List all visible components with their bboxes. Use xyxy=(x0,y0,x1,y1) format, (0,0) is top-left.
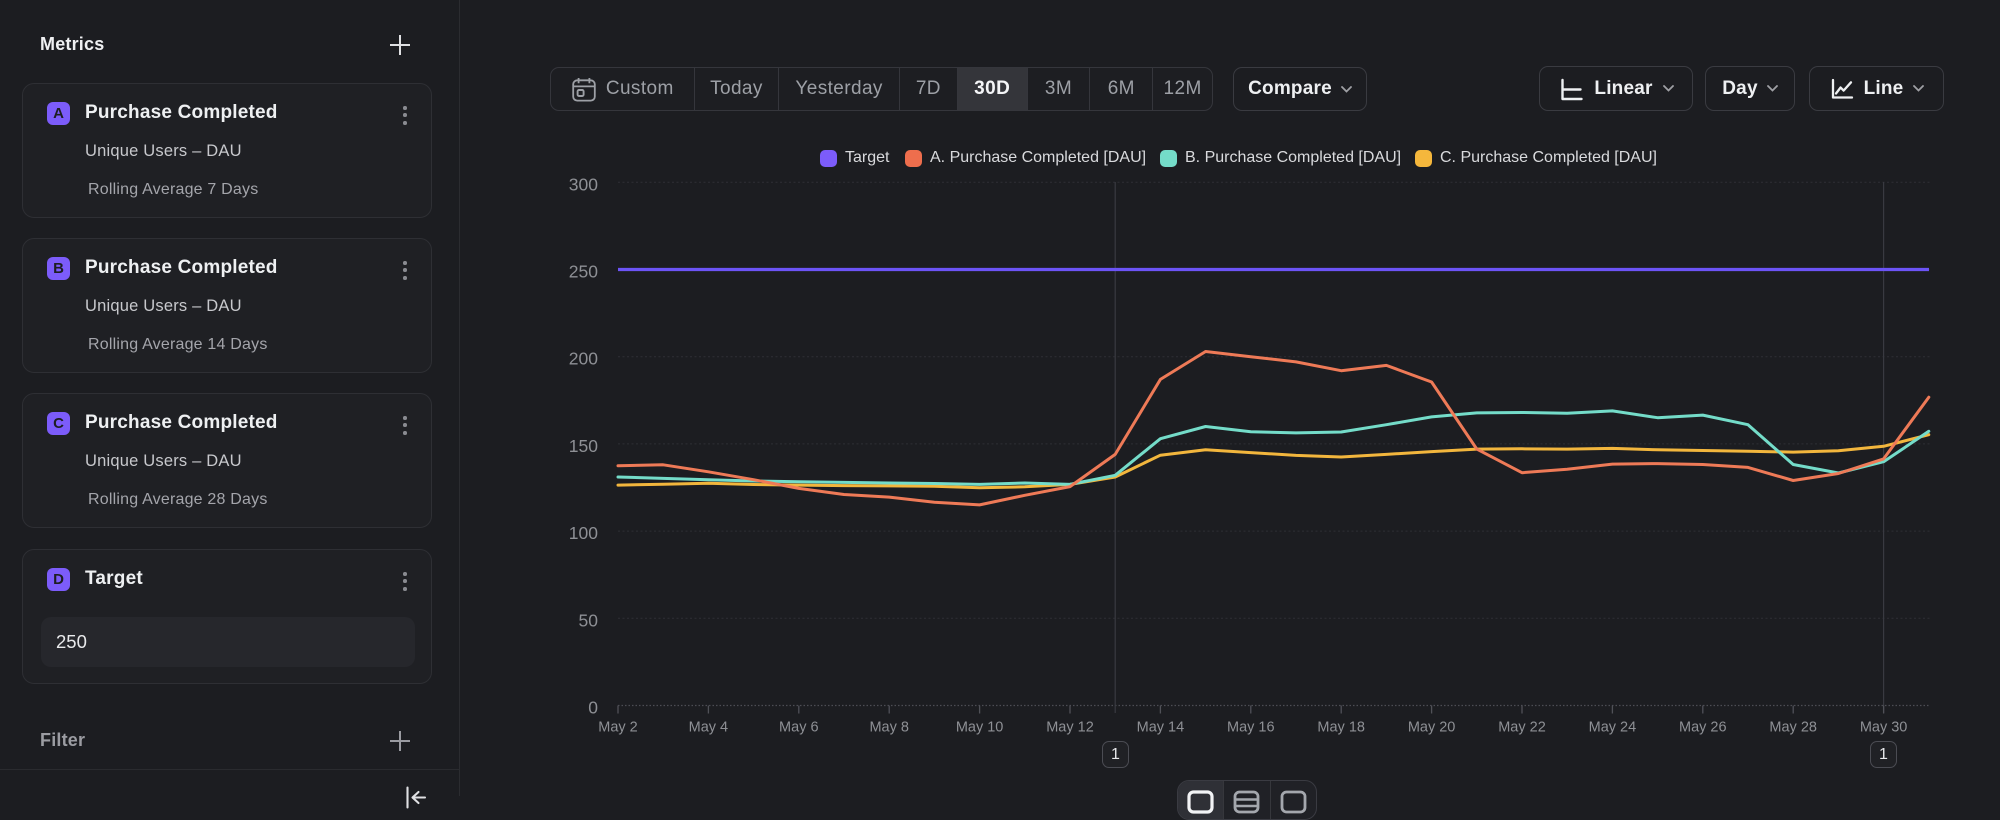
svg-text:300: 300 xyxy=(569,174,598,194)
svg-text:May 6: May 6 xyxy=(779,720,819,736)
svg-text:250: 250 xyxy=(569,262,598,282)
svg-text:May 4: May 4 xyxy=(689,720,729,736)
svg-text:May 16: May 16 xyxy=(1227,720,1275,736)
svg-text:May 22: May 22 xyxy=(1498,720,1546,736)
svg-text:May 14: May 14 xyxy=(1137,720,1185,736)
svg-text:200: 200 xyxy=(569,349,598,369)
svg-text:50: 50 xyxy=(579,610,599,630)
svg-text:150: 150 xyxy=(569,436,598,456)
svg-text:May 20: May 20 xyxy=(1408,720,1456,736)
svg-text:May 18: May 18 xyxy=(1317,720,1365,736)
svg-text:May 30: May 30 xyxy=(1860,720,1908,736)
svg-text:May 8: May 8 xyxy=(869,720,909,736)
svg-text:100: 100 xyxy=(569,523,598,543)
svg-text:May 26: May 26 xyxy=(1679,720,1727,736)
svg-text:May 10: May 10 xyxy=(956,720,1004,736)
svg-text:May 12: May 12 xyxy=(1046,720,1094,736)
svg-text:0: 0 xyxy=(588,698,598,718)
svg-text:May 2: May 2 xyxy=(598,720,638,736)
svg-text:May 24: May 24 xyxy=(1589,720,1637,736)
svg-text:May 28: May 28 xyxy=(1769,720,1817,736)
